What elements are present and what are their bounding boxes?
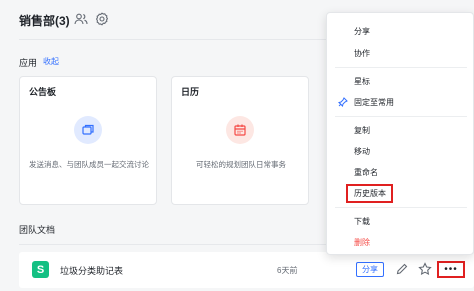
doc-time: 6天前 — [277, 266, 298, 275]
menu-item-label: 分享 — [354, 27, 370, 36]
context-menu: 分享 协作 星标 固定至常用 复制 移动 重命名 历史版本 下载 删除 — [326, 12, 474, 255]
menu-item-rename[interactable]: 重命名 — [327, 162, 474, 182]
members-icon[interactable] — [74, 12, 88, 26]
menu-divider — [335, 116, 467, 117]
team-title: 销售部(3) — [19, 14, 70, 28]
menu-item-delete[interactable]: 删除 — [327, 232, 474, 252]
menu-item-download[interactable]: 下载 — [327, 211, 474, 231]
menu-item-label: 复制 — [354, 126, 370, 135]
menu-item-label: 重命名 — [354, 168, 378, 177]
docs-section-label: 团队文档 — [19, 225, 56, 235]
doc-row[interactable]: S 垃圾分类助记表 6天前 分享 ••• — [19, 252, 474, 288]
menu-item-label: 固定至常用 — [354, 98, 394, 107]
collapse-link[interactable]: 收起 — [43, 56, 59, 67]
card-description: 可轻松的规划团队日常事务 — [196, 160, 286, 169]
calendar-icon — [226, 116, 254, 144]
menu-item-star[interactable]: 星标 — [327, 71, 474, 91]
menu-divider — [335, 207, 467, 208]
gear-icon[interactable] — [95, 12, 109, 26]
sheet-icon: S — [32, 261, 49, 278]
more-icon: ••• — [444, 263, 458, 275]
menu-item-collaborate[interactable]: 协作 — [327, 43, 474, 63]
menu-item-label: 历史版本 — [354, 189, 386, 198]
pin-icon — [338, 97, 348, 107]
more-options-button[interactable]: ••• — [437, 261, 465, 278]
doc-name[interactable]: 垃圾分类助记表 — [60, 264, 123, 277]
card-title: 公告板 — [29, 87, 57, 97]
menu-divider — [335, 67, 467, 68]
board-icon — [74, 116, 102, 144]
menu-item-label: 星标 — [354, 77, 370, 86]
share-button[interactable]: 分享 — [356, 262, 384, 277]
card-title: 日历 — [181, 87, 200, 97]
star-icon[interactable] — [418, 262, 432, 276]
menu-item-history[interactable]: 历史版本 — [327, 183, 474, 203]
calendar-card[interactable]: 日历 可轻松的规划团队日常事务 — [171, 76, 309, 205]
menu-item-label: 移动 — [354, 147, 370, 156]
menu-item-pin[interactable]: 固定至常用 — [327, 92, 474, 112]
menu-item-label: 协作 — [354, 49, 370, 58]
menu-item-label: 下载 — [354, 217, 370, 226]
board-card[interactable]: 公告板 发送消息、与团队成员一起交流讨论 — [19, 76, 157, 205]
menu-item-move[interactable]: 移动 — [327, 141, 474, 161]
card-description: 发送消息、与团队成员一起交流讨论 — [29, 160, 149, 169]
menu-item-share[interactable]: 分享 — [327, 21, 474, 41]
menu-item-label: 删除 — [354, 238, 370, 247]
edit-icon[interactable] — [395, 262, 409, 276]
menu-item-copy[interactable]: 复制 — [327, 120, 474, 140]
apps-section-label: 应用 — [19, 58, 38, 68]
